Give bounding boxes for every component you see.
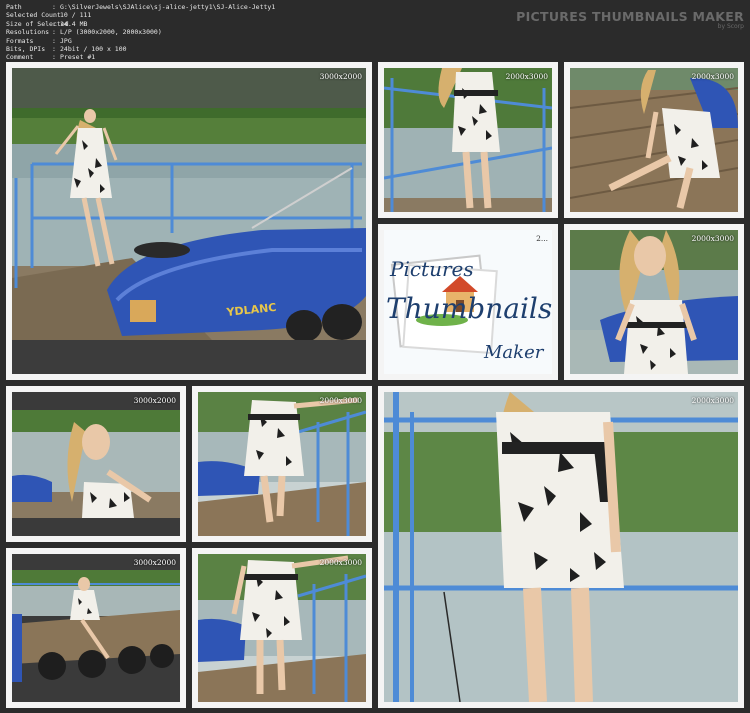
info-row-bits: Bits, DPIs:24bit / 100 x 100 <box>6 45 127 54</box>
resolution-label: 2... <box>536 234 548 243</box>
thumbnail-8[interactable]: 2000x3000 <box>378 386 744 708</box>
info-row-formats: Formats: JPG <box>6 36 72 45</box>
info-row-size: Size of Selected:14.4 MB <box>6 19 88 28</box>
jetty-boat-photo: YDLANC <box>12 68 366 374</box>
sitting-jetty-photo <box>570 68 738 212</box>
info-table: Path: G:\SilverJewels\SJAlice\sj-alice-je… <box>6 3 275 62</box>
thumbnail-2[interactable]: 2000x3000 <box>378 62 558 218</box>
thumbnail-1[interactable]: YDLANC 3000x2000 <box>6 62 372 380</box>
thumbnail-9[interactable]: 3000x2000 <box>6 548 186 708</box>
resolution-label: 2000x3000 <box>691 234 734 243</box>
large-portrait-photo <box>384 392 738 702</box>
app-logo-image: Pictures Thumbnails Maker <box>384 230 552 374</box>
logo-line1: Pictures <box>389 257 474 281</box>
thumbnail-10[interactable]: 2000x3000 <box>192 548 372 708</box>
brand-logo: PICTURES THUMBNAILS MAKER by Scorp <box>516 9 744 30</box>
railing-photo <box>384 68 552 212</box>
info-row-comment: Comment: Preset #1 <box>6 53 96 62</box>
brand-title: PICTURES THUMBNAILS MAKER <box>516 9 744 24</box>
walking-portrait-photo <box>198 554 366 702</box>
resolution-label: 2000x3000 <box>691 72 734 81</box>
info-header: Path: G:\SilverJewels\SJAlice\sj-alice-je… <box>0 0 750 62</box>
thumbnail-3[interactable]: 2000x3000 <box>564 62 744 218</box>
logo-line2: Thumbnails <box>386 292 552 325</box>
resolution-label: 2000x3000 <box>319 558 362 567</box>
info-row-path: Path: G:\SilverJewels\SJAlice\sj-alice-je… <box>6 3 276 11</box>
resolution-label: 2000x3000 <box>319 396 362 405</box>
resolution-label: 3000x2000 <box>319 72 362 81</box>
resolution-label: 2000x3000 <box>505 72 548 81</box>
crouching-photo <box>12 392 180 536</box>
resolution-label: 2000x3000 <box>691 396 734 405</box>
resolution-label: 3000x2000 <box>133 558 176 567</box>
brand-subtitle: by Scorp <box>717 23 744 30</box>
thumbnail-logo[interactable]: Pictures Thumbnails Maker 2... <box>378 224 558 380</box>
info-row-resolutions: Resolutions: L/P (3000x2000, 2000x3000) <box>6 28 162 37</box>
closeup-boat-photo <box>570 230 738 374</box>
logo-line3: Maker <box>483 342 545 363</box>
thumbnail-7[interactable]: 2000x3000 <box>192 386 372 542</box>
jetty-tires-photo <box>12 554 180 702</box>
walking-jetty-photo <box>198 392 366 536</box>
info-row-count: Selected Count:10 / 111 <box>6 11 92 20</box>
thumbnail-6[interactable]: 3000x2000 <box>6 386 186 542</box>
resolution-label: 3000x2000 <box>133 396 176 405</box>
thumbnail-5[interactable]: 2000x3000 <box>564 224 744 380</box>
